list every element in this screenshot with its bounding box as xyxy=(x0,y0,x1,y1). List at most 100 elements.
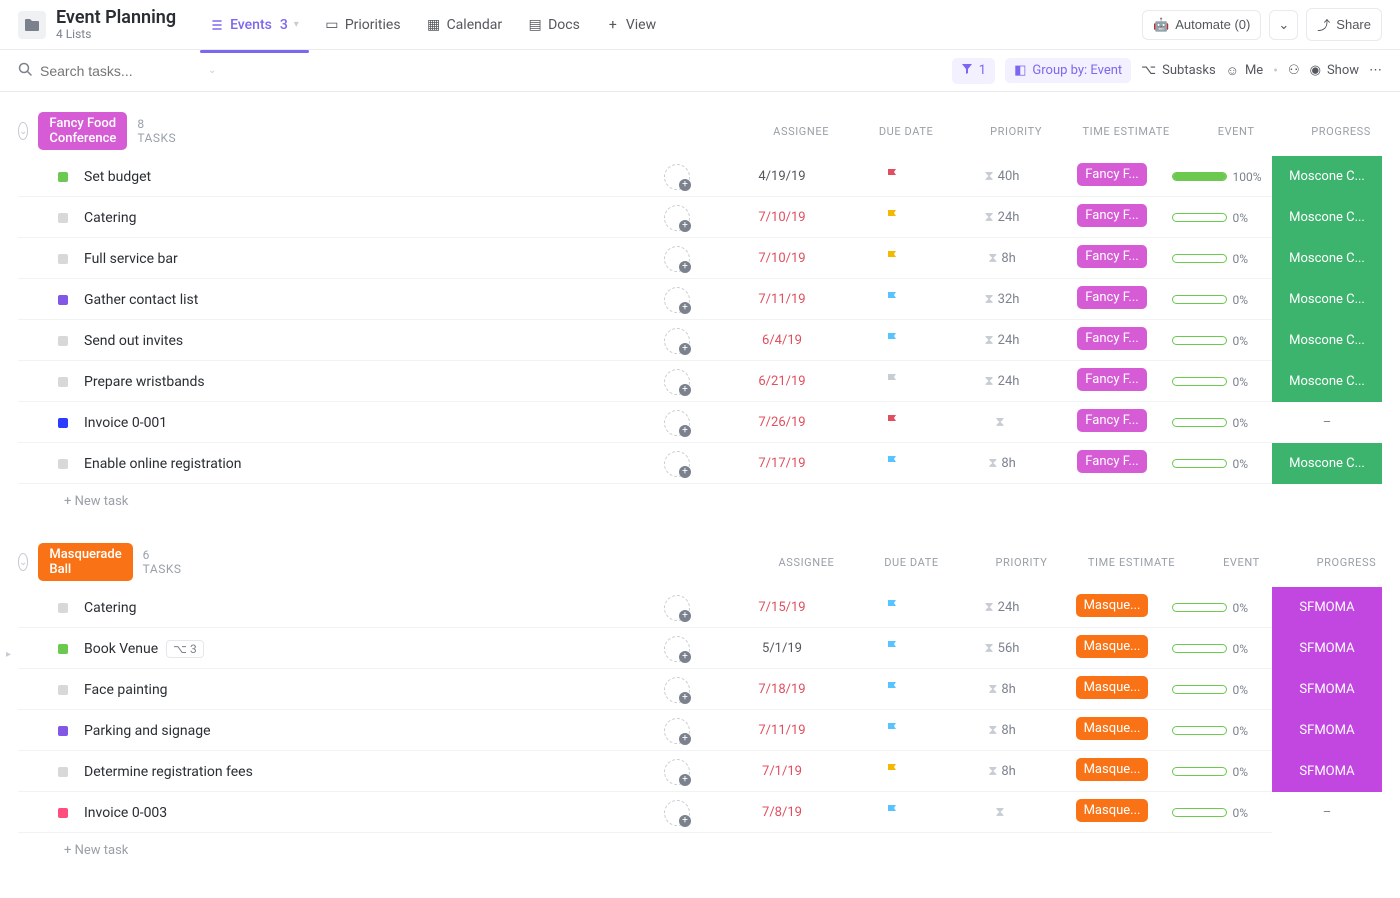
task-title[interactable]: Set budget xyxy=(70,169,632,185)
assignee-add[interactable] xyxy=(664,636,690,662)
due-date[interactable]: 7/11/19 xyxy=(722,723,842,738)
assignee-add[interactable] xyxy=(664,369,690,395)
group-collapse[interactable]: ⌄ xyxy=(18,122,28,140)
time-estimate[interactable]: ⧗ xyxy=(942,805,1062,820)
table-row[interactable]: Invoice 0-001 7/26/19 ⧗ Fancy F... 0% – xyxy=(18,402,1382,443)
assignee-add[interactable] xyxy=(664,246,690,272)
table-row[interactable]: Face painting 7/18/19 ⧗8h Masque... 0% S… xyxy=(18,669,1382,710)
subtasks-toggle[interactable]: ⌥ Subtasks xyxy=(1141,63,1216,78)
priority-flag[interactable] xyxy=(842,681,942,699)
priority-flag[interactable] xyxy=(842,763,942,781)
due-date[interactable]: 7/1/19 xyxy=(722,764,842,779)
tab-priorities[interactable]: ▭ Priorities xyxy=(315,11,411,39)
progress[interactable]: 0% xyxy=(1162,724,1272,738)
time-estimate[interactable]: ⧗24h xyxy=(942,210,1062,225)
chevron-down-icon[interactable]: ⌄ xyxy=(208,65,216,76)
event-pill[interactable]: Masque... xyxy=(1076,799,1149,822)
assignee-add[interactable] xyxy=(664,328,690,354)
due-date[interactable]: 7/11/19 xyxy=(722,292,842,307)
due-date[interactable]: 6/4/19 xyxy=(722,333,842,348)
status-square[interactable] xyxy=(58,644,68,654)
groupby-chip[interactable]: ◧ Group by: Event xyxy=(1005,58,1131,83)
table-row[interactable]: Catering 7/10/19 ⧗24h Fancy F... 0% Mosc… xyxy=(18,197,1382,238)
table-row[interactable]: Enable online registration 7/17/19 ⧗8h F… xyxy=(18,443,1382,484)
status-square[interactable] xyxy=(58,685,68,695)
priority-flag[interactable] xyxy=(842,250,942,268)
time-estimate[interactable]: ⧗ xyxy=(942,415,1062,430)
event-pill[interactable]: Masque... xyxy=(1076,717,1149,740)
progress[interactable]: 0% xyxy=(1162,642,1272,656)
assignee-add[interactable] xyxy=(664,451,690,477)
status-square[interactable] xyxy=(58,808,68,818)
status-square[interactable] xyxy=(58,213,68,223)
priority-flag[interactable] xyxy=(842,804,942,822)
location-cell[interactable]: Moscone C... xyxy=(1272,197,1382,238)
time-estimate[interactable]: ⧗24h xyxy=(942,333,1062,348)
location-cell[interactable]: Moscone C... xyxy=(1272,156,1382,197)
task-title[interactable]: Face painting xyxy=(70,682,632,698)
event-pill[interactable]: Fancy F... xyxy=(1077,368,1146,391)
progress[interactable]: 0% xyxy=(1162,293,1272,307)
search-input[interactable] xyxy=(40,63,200,79)
table-row[interactable]: Set budget 4/19/19 ⧗40h Fancy F... 100% … xyxy=(18,156,1382,197)
location-cell[interactable]: Moscone C... xyxy=(1272,320,1382,361)
assignee-add[interactable] xyxy=(664,164,690,190)
tab-docs[interactable]: ▤ Docs xyxy=(518,11,590,39)
filter-chip[interactable]: 1 xyxy=(952,58,995,84)
event-pill[interactable]: Masque... xyxy=(1076,594,1149,617)
table-row[interactable]: Catering 7/15/19 ⧗24h Masque... 0% SFMOM… xyxy=(18,587,1382,628)
time-estimate[interactable]: ⧗8h xyxy=(942,251,1062,266)
priority-flag[interactable] xyxy=(842,291,942,309)
location-cell[interactable]: Moscone C... xyxy=(1272,238,1382,279)
priority-flag[interactable] xyxy=(842,599,942,617)
priority-flag[interactable] xyxy=(842,209,942,227)
tab-events[interactable]: Events 3 ▾ xyxy=(200,11,309,39)
time-estimate[interactable]: ⧗24h xyxy=(942,374,1062,389)
event-pill[interactable]: Fancy F... xyxy=(1077,286,1146,309)
status-square[interactable] xyxy=(58,254,68,264)
event-pill[interactable]: Fancy F... xyxy=(1077,163,1146,186)
priority-flag[interactable] xyxy=(842,332,942,350)
due-date[interactable]: 6/21/19 xyxy=(722,374,842,389)
time-estimate[interactable]: ⧗8h xyxy=(942,764,1062,779)
assignee-add[interactable] xyxy=(664,718,690,744)
due-date[interactable]: 7/10/19 xyxy=(722,251,842,266)
table-row[interactable]: ▸ Book Venue⌥ 3 5/1/19 ⧗56h Masque... 0%… xyxy=(18,628,1382,669)
time-estimate[interactable]: ⧗8h xyxy=(942,682,1062,697)
show-toggle[interactable]: ◉ Show xyxy=(1310,63,1359,78)
table-row[interactable]: Full service bar 7/10/19 ⧗8h Fancy F... … xyxy=(18,238,1382,279)
progress[interactable]: 0% xyxy=(1162,765,1272,779)
task-title[interactable]: Catering xyxy=(70,210,632,226)
task-title[interactable]: Prepare wristbands xyxy=(70,374,632,390)
event-pill[interactable]: Fancy F... xyxy=(1077,204,1146,227)
time-estimate[interactable]: ⧗8h xyxy=(942,456,1062,471)
add-view[interactable]: + View xyxy=(596,11,666,39)
automate-button[interactable]: 🤖 Automate (0) xyxy=(1142,10,1261,40)
assignee-add[interactable] xyxy=(664,410,690,436)
progress[interactable]: 0% xyxy=(1162,457,1272,471)
event-pill[interactable]: Fancy F... xyxy=(1077,245,1146,268)
progress[interactable]: 0% xyxy=(1162,683,1272,697)
due-date[interactable]: 7/17/19 xyxy=(722,456,842,471)
assignee-add[interactable] xyxy=(664,800,690,826)
assignee-add[interactable] xyxy=(664,595,690,621)
due-date[interactable]: 7/15/19 xyxy=(722,600,842,615)
more-menu[interactable]: ⋯ xyxy=(1369,63,1382,78)
time-estimate[interactable]: ⧗32h xyxy=(942,292,1062,307)
share-button[interactable]: ⤴ Share xyxy=(1306,8,1382,41)
due-date[interactable]: 4/19/19 xyxy=(722,169,842,184)
assignee-add[interactable] xyxy=(664,759,690,785)
task-title[interactable]: Parking and signage xyxy=(70,723,632,739)
group-pill[interactable]: Fancy Food Conference xyxy=(38,112,127,150)
location-cell[interactable]: SFMOMA xyxy=(1272,587,1382,628)
event-pill[interactable]: Fancy F... xyxy=(1077,450,1146,473)
task-title[interactable]: Full service bar xyxy=(70,251,632,267)
assignee-add[interactable] xyxy=(664,287,690,313)
progress[interactable]: 0% xyxy=(1162,211,1272,225)
me-toggle[interactable]: ☺ Me xyxy=(1226,63,1264,79)
table-row[interactable]: Gather contact list 7/11/19 ⧗32h Fancy F… xyxy=(18,279,1382,320)
status-square[interactable] xyxy=(58,726,68,736)
task-title[interactable]: Catering xyxy=(70,600,632,616)
progress[interactable]: 100% xyxy=(1162,170,1272,184)
new-task-button[interactable]: + New task xyxy=(18,484,1382,509)
